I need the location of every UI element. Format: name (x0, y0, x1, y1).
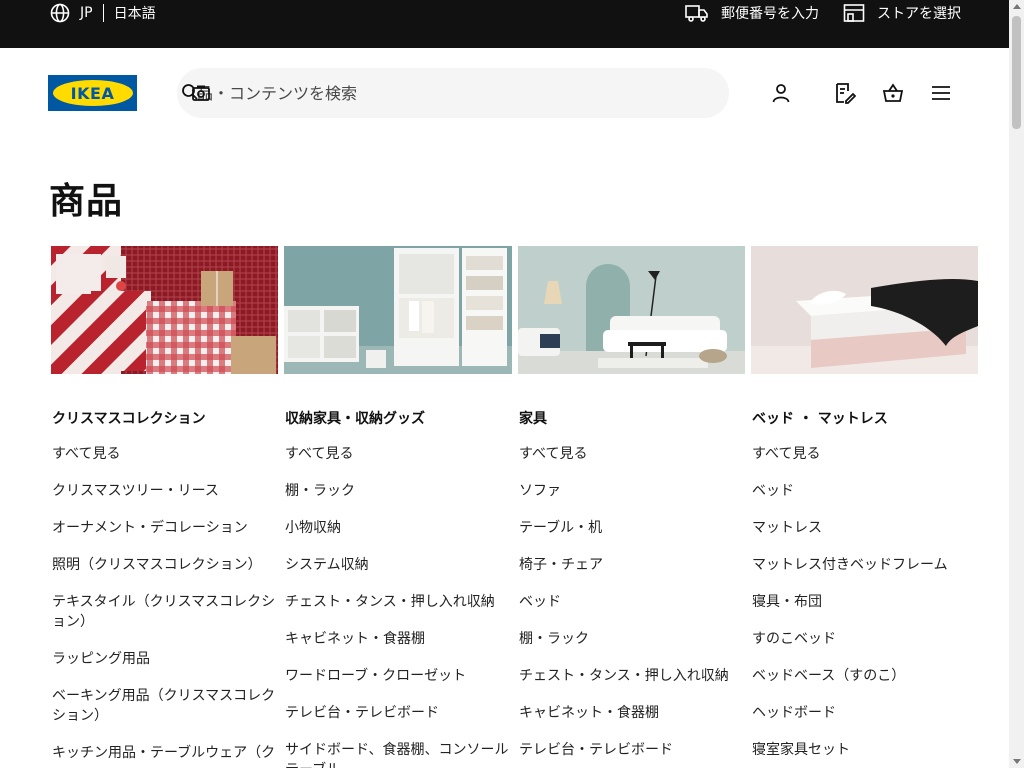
user-icon (772, 84, 790, 103)
category-link[interactable]: クリスマスツリー・リース (52, 481, 279, 501)
page-title: 商品 (49, 181, 124, 222)
category-list: すべて見る クリスマスツリー・リース オーナメント・デコレーション 照明（クリス… (52, 444, 279, 768)
store-select-button[interactable]: ストアを選択 (843, 3, 961, 23)
category-link[interactable]: ラッピング用品 (52, 649, 279, 669)
category-link[interactable]: 棚・ラック (285, 481, 513, 501)
divider (102, 4, 104, 22)
category-image-beds[interactable] (751, 246, 978, 374)
category-link[interactable]: テレビ台・テレビボード (285, 703, 513, 723)
category-link[interactable]: チェスト・タンス・押し入れ収納 (519, 666, 746, 686)
category-list: すべて見る 棚・ラック 小物収納 システム収納 チェスト・タンス・押し入れ収納 … (285, 444, 513, 768)
category-link[interactable]: テキスタイル（クリスマスコレクション） (52, 592, 279, 632)
postal-code-label: 郵便番号を入力 (721, 6, 819, 22)
header: IKEA (0, 48, 1009, 138)
country-code: JP (80, 5, 93, 21)
category-link[interactable]: 椅子・チェア (519, 555, 746, 575)
category-column-storage: 収納家具・収納グッズ すべて見る 棚・ラック 小物収納 システム収納 チェスト・… (284, 246, 512, 768)
scroll-thumb[interactable] (1012, 16, 1021, 129)
page-scrollbar[interactable] (1009, 0, 1024, 768)
category-link[interactable]: 寝具・布団 (752, 592, 979, 612)
category-link[interactable]: マットレス付きベッドフレーム (752, 555, 979, 575)
list-edit-icon (836, 83, 856, 104)
basket-icon (882, 83, 904, 102)
category-link[interactable]: ヘッドボード (752, 703, 979, 723)
category-link[interactable]: キャビネット・食器棚 (519, 703, 746, 723)
category-link[interactable]: ソファ (519, 481, 746, 501)
category-column-christmas: クリスマスコレクション すべて見る クリスマスツリー・リース オーナメント・デコ… (51, 246, 278, 761)
category-link[interactable]: すべて見る (52, 444, 279, 464)
logo-oval: IKEA (52, 80, 133, 106)
category-image-furniture[interactable] (518, 246, 745, 374)
category-link[interactable]: ベッドベース（すのこ） (752, 666, 979, 686)
language-label: 日本語 (113, 6, 156, 22)
category-link[interactable]: すのこベッド (752, 629, 979, 649)
category-heading[interactable]: 収納家具・収納グッズ (285, 408, 425, 428)
store-select-label: ストアを選択 (877, 6, 961, 22)
postal-code-button[interactable]: 郵便番号を入力 (685, 3, 819, 23)
category-link[interactable]: テーブル・机 (519, 518, 746, 538)
category-heading[interactable]: 家具 (519, 408, 547, 428)
category-link[interactable]: テレビ台・テレビボード (519, 740, 746, 760)
category-link[interactable]: ベッド (519, 592, 746, 612)
category-image-storage[interactable] (284, 246, 512, 374)
category-link[interactable]: システム収納 (285, 555, 513, 575)
category-list: すべて見る ベッド マットレス マットレス付きベッドフレーム 寝具・布団 すのこ… (752, 444, 979, 768)
account-button[interactable] (765, 81, 797, 105)
category-link[interactable]: 棚・ラック (519, 629, 746, 649)
category-link[interactable]: ベッド (752, 481, 979, 501)
category-link[interactable]: 小物収納 (285, 518, 513, 538)
category-link[interactable]: ベーキング用品（クリスマスコレクション） (52, 686, 279, 726)
category-link[interactable]: サイドボード、食器棚、コンソール テーブル (285, 740, 513, 768)
store-icon (843, 4, 865, 22)
camera-icon[interactable] (191, 84, 211, 102)
category-link[interactable]: チェスト・タンス・押し入れ収納 (285, 592, 513, 612)
category-link[interactable]: すべて見る (752, 444, 979, 464)
category-heading[interactable]: クリスマスコレクション (52, 408, 206, 428)
category-heading[interactable]: ベッド ・ マットレス (752, 408, 888, 428)
category-link[interactable]: すべて見る (519, 444, 746, 464)
category-column-furniture: 家具 すべて見る ソファ テーブル・机 椅子・チェア ベッド 棚・ラック チェス… (518, 246, 745, 758)
category-link[interactable]: ワードローブ・クローゼット (285, 666, 513, 686)
category-link[interactable]: マットレス (752, 518, 979, 538)
menu-button[interactable] (925, 81, 957, 105)
category-link[interactable]: 照明（クリスマスコレクション） (52, 555, 279, 575)
category-link[interactable]: 寝室家具セット (752, 740, 979, 760)
scroll-down-arrow[interactable] (1013, 759, 1021, 764)
category-link[interactable]: オーナメント・デコレーション (52, 518, 279, 538)
ikea-logo[interactable]: IKEA (48, 75, 137, 111)
globe-icon (50, 3, 70, 23)
search-input[interactable] (197, 68, 697, 118)
logo-text: IKEA (70, 83, 115, 103)
hamburger-icon (932, 86, 950, 100)
category-list: すべて見る ソファ テーブル・机 椅子・チェア ベッド 棚・ラック チェスト・タ… (519, 444, 746, 768)
category-link[interactable]: キッチン用品・テーブルウェア（ク (52, 743, 279, 763)
category-image-christmas[interactable] (51, 246, 278, 374)
top-bar: JP 日本語 郵便番号を入力 ストアを選択 (0, 0, 1009, 48)
cart-button[interactable] (877, 81, 909, 105)
shopping-list-button[interactable] (829, 81, 861, 105)
truck-icon (685, 5, 708, 22)
scroll-up-arrow[interactable] (1013, 4, 1021, 9)
language-selector[interactable]: JP 日本語 (50, 2, 156, 24)
category-column-beds: ベッド ・ マットレス すべて見る ベッド マットレス マットレス付きベッドフレ… (751, 246, 978, 758)
category-link[interactable]: キャビネット・食器棚 (285, 629, 513, 649)
search-bar[interactable] (177, 68, 729, 118)
category-link[interactable]: すべて見る (285, 444, 513, 464)
